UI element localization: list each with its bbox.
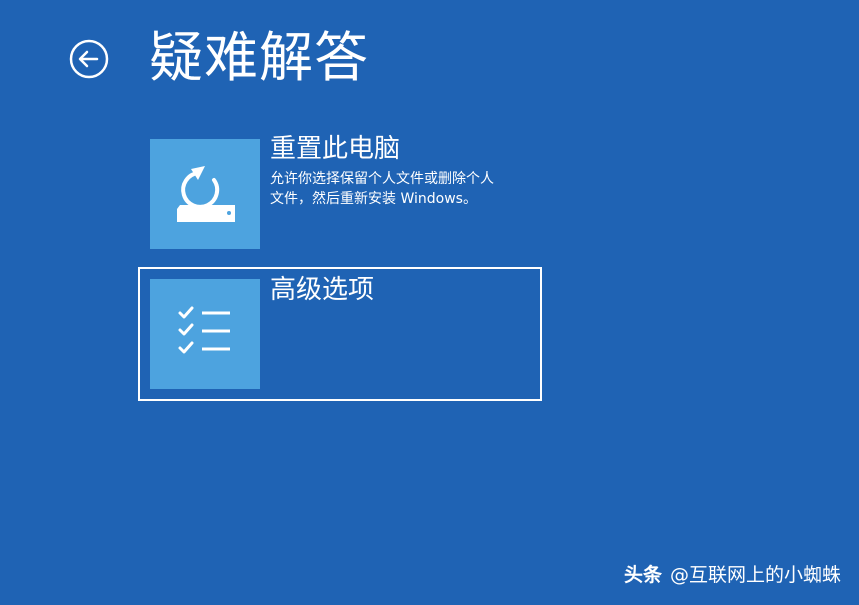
page-title: 疑难解答 — [149, 26, 369, 89]
reset-pc-icon — [177, 166, 235, 222]
advanced-options-title: 高级选项 — [270, 275, 375, 305]
reset-pc-title: 重置此电脑 — [270, 134, 401, 164]
reset-pc-description-line-2: 文件，然后重新安装 Windows。 — [270, 191, 477, 207]
back-arrow-circle-icon — [69, 39, 109, 79]
watermark: 头条 @互联网上的小蜘蛛 — [624, 560, 841, 590]
watermark-handle: @互联网上的小蜘蛛 — [669, 564, 841, 586]
back-button[interactable] — [69, 39, 109, 79]
troubleshoot-screen: { "page": { "title": "疑难解答", "background… — [0, 0, 859, 605]
reset-pc-description-line-1: 允许你选择保留个人文件或删除个人 — [270, 171, 494, 187]
advanced-options-tile — [150, 279, 260, 389]
reset-pc-description: 允许你选择保留个人文件或删除个人 文件，然后重新安装 Windows。 — [270, 169, 530, 209]
advanced-options-option[interactable]: 高级选项 — [138, 267, 542, 401]
reset-pc-tile — [150, 139, 260, 249]
watermark-brand: 头条 — [623, 564, 662, 586]
reset-pc-option[interactable]: 重置此电脑 允许你选择保留个人文件或删除个人 文件，然后重新安装 Windows… — [139, 129, 541, 259]
checklist-icon — [178, 306, 230, 354]
